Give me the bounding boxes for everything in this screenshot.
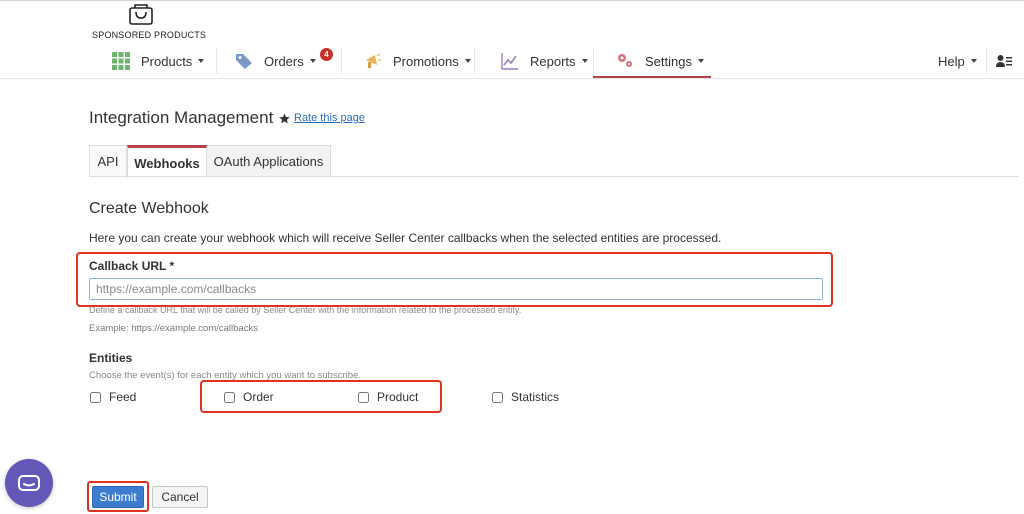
nav-settings[interactable]: Settings [616, 44, 704, 78]
tabs-divider [89, 176, 1019, 177]
callback-url-input[interactable] [89, 278, 823, 300]
gear-icon [618, 54, 632, 67]
nav-products[interactable]: Products [112, 44, 205, 78]
nav-reports-label: Reports [530, 53, 576, 69]
page-title: Integration Management [89, 108, 274, 127]
entity-feed[interactable]: Feed [90, 390, 136, 404]
nav-divider-line [0, 78, 1024, 79]
nav-reports[interactable]: Reports [501, 44, 588, 78]
chevron-down-icon [581, 59, 588, 63]
chevron-down-icon [697, 59, 704, 63]
chat-icon [18, 475, 40, 491]
nav-orders-label: Orders [264, 53, 304, 69]
megaphone-icon [366, 53, 381, 68]
nav-orders[interactable]: Orders [235, 44, 316, 78]
nav-divider [474, 48, 475, 74]
user-icon [996, 55, 1012, 67]
nav-help[interactable]: Help [938, 44, 977, 78]
rate-page-link[interactable]: Rate this page [294, 112, 365, 124]
entities-label: Entities [89, 351, 133, 365]
chevron-down-icon [464, 59, 471, 63]
section-title: Create Webhook [89, 200, 209, 217]
orders-count-badge: 4 [320, 48, 333, 61]
entity-statistics-label: Statistics [511, 390, 560, 404]
entity-feed-checkbox[interactable] [90, 391, 101, 403]
nav-promotions[interactable]: Promotions [364, 44, 471, 78]
user-menu[interactable] [996, 44, 1012, 78]
entity-statistics[interactable]: Statistics [492, 390, 559, 404]
callback-url-label: Callback URL * [89, 259, 175, 273]
callback-url-help: Define a callback URL that will be calle… [89, 305, 522, 315]
top-border [0, 0, 1024, 1]
main-nav: Products Orders Promotions Reports Setti… [0, 44, 1024, 78]
star-icon [279, 112, 290, 123]
tab-oauth-applications[interactable]: OAuth Applications [207, 145, 331, 177]
tab-webhooks[interactable]: Webhooks [127, 145, 207, 178]
rate-page: Rate this page [279, 112, 365, 124]
shopping-bag-icon [129, 4, 153, 25]
chevron-down-icon [198, 59, 205, 63]
nav-promotions-label: Promotions [393, 53, 459, 69]
nav-divider [593, 48, 594, 74]
grid-icon [112, 52, 130, 70]
cancel-button[interactable]: Cancel [152, 486, 208, 508]
submit-button[interactable]: Submit [92, 486, 144, 508]
nav-divider [986, 48, 987, 74]
chevron-down-icon [309, 59, 316, 63]
entity-feed-label: Feed [109, 390, 137, 404]
nav-help-label: Help [938, 53, 965, 69]
nav-divider [341, 48, 342, 74]
callback-url-example: Example: https://example.com/callbacks [89, 323, 258, 334]
nav-settings-label: Settings [645, 53, 692, 69]
brand-logo[interactable]: SPONSORED PRODUCTS [92, 4, 206, 40]
tag-icon [236, 54, 252, 69]
chat-button[interactable] [5, 459, 53, 507]
nav-products-label: Products [141, 53, 193, 69]
chevron-down-icon [970, 59, 977, 63]
section-description: Here you can create your webhook which w… [89, 231, 722, 245]
nav-divider [216, 48, 217, 74]
tab-api[interactable]: API [89, 145, 127, 177]
entity-highlight [200, 380, 442, 413]
entity-statistics-checkbox[interactable] [492, 391, 503, 403]
chart-icon [501, 53, 518, 70]
brand-logo-text: SPONSORED PRODUCTS [92, 30, 207, 40]
